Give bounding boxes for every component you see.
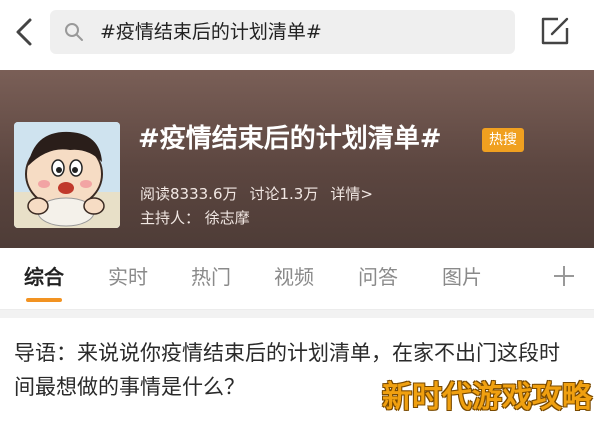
tab-popular[interactable]: 热门: [191, 264, 231, 290]
search-input[interactable]: #疫情结束后的计划清单#: [50, 10, 515, 54]
topic-host: 主持人： 徐志摩: [140, 209, 250, 227]
read-count: 阅读8333.6万: [140, 185, 238, 203]
cartoon-avatar-image: [14, 122, 120, 228]
search-query-text: #疫情结束后的计划清单#: [100, 21, 322, 43]
edit-icon[interactable]: [538, 14, 572, 48]
tab-qa[interactable]: 问答: [358, 264, 398, 290]
back-arrow-icon[interactable]: [10, 14, 38, 50]
topic-avatar: [14, 122, 120, 228]
section-divider: [0, 310, 594, 318]
tab-comprehensive[interactable]: 综合: [24, 264, 64, 290]
tab-video[interactable]: 视频: [274, 264, 314, 290]
topic-banner: #疫情结束后的计划清单# 热搜 阅读8333.6万 讨论1.3万 详情> 主持人： …: [0, 70, 594, 248]
top-bar: #疫情结束后的计划清单#: [0, 0, 594, 66]
active-tab-indicator: [26, 298, 62, 302]
tab-realtime[interactable]: 实时: [108, 264, 148, 290]
topic-title: #疫情结束后的计划清单#: [138, 124, 442, 154]
watermark: 新时代游戏攻略: [382, 380, 592, 415]
details-link[interactable]: 详情>: [330, 185, 373, 203]
hot-search-badge: 热搜: [482, 128, 524, 152]
topic-stats: 阅读8333.6万 讨论1.3万 详情>: [140, 184, 385, 204]
discussion-count: 讨论1.3万: [249, 185, 319, 203]
tab-images[interactable]: 图片: [442, 264, 482, 290]
tab-bar: 综合 实时 热门 视频 问答 图片: [0, 248, 594, 310]
search-icon: [65, 23, 83, 41]
plus-icon[interactable]: [552, 264, 576, 288]
